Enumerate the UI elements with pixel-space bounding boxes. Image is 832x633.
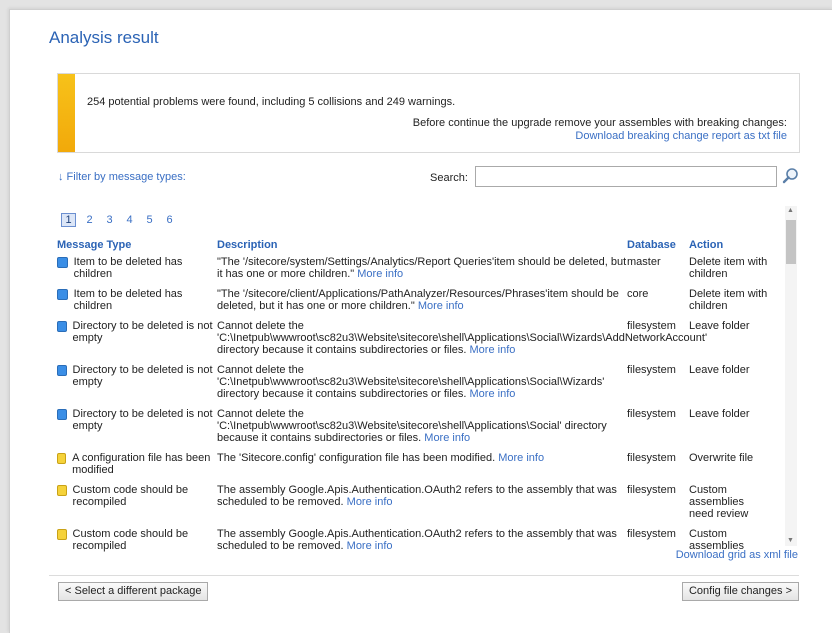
analysis-notice: 254 potential problems were found, inclu…	[57, 73, 800, 153]
description-text: Cannot delete the 'C:\Inetpub\wwwroot\sc…	[217, 408, 607, 444]
filter-by-message-types-link[interactable]: ↓ Filter by message types:	[58, 171, 186, 183]
grid-header-row: Message Type Description Database Action	[57, 237, 769, 254]
scroll-up-arrow-icon[interactable]: ▲	[787, 207, 794, 214]
info-square-icon	[57, 365, 67, 376]
more-info-link[interactable]: More info	[470, 388, 516, 400]
action-cell: Custom assemblies need review	[689, 484, 749, 520]
more-info-link[interactable]: More info	[424, 432, 470, 444]
results-grid: Message Type Description Database Action…	[57, 237, 769, 558]
more-info-link[interactable]: More info	[347, 496, 393, 508]
scroll-thumb[interactable]	[786, 220, 796, 264]
scroll-down-arrow-icon[interactable]: ▼	[787, 537, 794, 544]
table-row[interactable]: Directory to be deleted is not empty Cann…	[57, 362, 769, 406]
column-header-action[interactable]: Action	[689, 237, 769, 254]
table-row[interactable]: Item to be deleted has children "The '/si…	[57, 254, 769, 286]
database-cell: core	[627, 288, 649, 300]
advice-text: Before continue the upgrade remove your …	[412, 117, 787, 129]
page-link-2[interactable]: 2	[85, 214, 94, 226]
message-type-cell: Item to be deleted has children	[57, 286, 217, 318]
description-cell: The assembly Google.Apis.Authentication.…	[217, 526, 627, 558]
download-txt-link[interactable]: Download breaking change report as txt f…	[575, 130, 787, 142]
description-cell: The 'Sitecore.config' configuration file…	[217, 450, 627, 482]
table-row[interactable]: Custom code should be recompiled The asse…	[57, 526, 769, 558]
message-type-text: Custom code should be recompiled	[72, 484, 189, 508]
message-type-text: Directory to be deleted is not empty	[72, 364, 213, 388]
message-type-text: Item to be deleted has children	[73, 288, 183, 312]
message-type-cell: A configuration file has been modified	[57, 450, 217, 482]
database-cell: filesystem	[627, 408, 676, 420]
more-info-link[interactable]: More info	[498, 452, 544, 464]
description-cell: Cannot delete the 'C:\Inetpub\wwwroot\sc…	[217, 362, 627, 406]
description-text: The assembly Google.Apis.Authentication.…	[217, 484, 617, 508]
action-cell: Delete item with children	[689, 288, 768, 312]
page-link-6[interactable]: 6	[165, 214, 174, 226]
description-cell: The assembly Google.Apis.Authentication.…	[217, 482, 627, 526]
database-cell: filesystem	[627, 452, 676, 464]
info-square-icon	[57, 409, 67, 420]
database-cell: master	[627, 256, 661, 268]
page-link-4[interactable]: 4	[125, 214, 134, 226]
magnifier-icon[interactable]	[782, 167, 800, 185]
select-different-package-button[interactable]: < Select a different package	[58, 582, 209, 601]
message-type-cell: Directory to be deleted is not empty	[57, 362, 217, 406]
action-cell: Leave folder	[689, 364, 750, 376]
warning-square-icon	[57, 529, 67, 540]
warning-square-icon	[57, 485, 67, 496]
download-xml-link[interactable]: Download grid as xml file	[676, 549, 798, 561]
pager: 123456	[61, 213, 185, 227]
message-type-text: Item to be deleted has children	[73, 256, 183, 280]
action-cell: Delete item with children	[689, 256, 768, 280]
message-type-cell: Directory to be deleted is not empty	[57, 406, 217, 450]
description-cell: Cannot delete the 'C:\Inetpub\wwwroot\sc…	[217, 406, 627, 450]
message-type-cell: Custom code should be recompiled	[57, 482, 217, 526]
table-row[interactable]: Directory to be deleted is not empty Cann…	[57, 318, 769, 362]
table-row[interactable]: A configuration file has been modified Th…	[57, 450, 769, 482]
config-file-changes-button[interactable]: Config file changes >	[681, 582, 799, 601]
description-text: Cannot delete the 'C:\Inetpub\wwwroot\sc…	[217, 364, 605, 400]
info-square-icon	[57, 321, 67, 332]
description-text: The assembly Google.Apis.Authentication.…	[217, 528, 617, 552]
action-cell: Overwrite file	[689, 452, 754, 464]
message-type-text: Custom code should be recompiled	[72, 528, 189, 552]
warning-accent-bar	[58, 74, 75, 152]
page-title: Analysis result	[49, 28, 159, 47]
database-cell: filesystem	[627, 364, 676, 376]
more-info-link[interactable]: More info	[418, 300, 464, 312]
description-text: "The '/sitecore/system/Settings/Analytic…	[217, 256, 627, 280]
info-square-icon	[57, 289, 68, 300]
description-cell: Cannot delete the 'C:\Inetpub\wwwroot\sc…	[217, 318, 707, 362]
message-type-cell: Item to be deleted has children	[57, 254, 217, 286]
warning-square-icon	[57, 453, 67, 464]
table-row[interactable]: Custom code should be recompiled The asse…	[57, 482, 769, 526]
page-link-5[interactable]: 5	[145, 214, 154, 226]
more-info-link[interactable]: More info	[357, 268, 403, 280]
message-type-text: Directory to be deleted is not empty	[72, 408, 213, 432]
message-type-cell: Custom code should be recompiled	[57, 526, 217, 558]
description-text: The 'Sitecore.config' configuration file…	[217, 452, 496, 464]
message-type-cell: Directory to be deleted is not empty	[57, 318, 217, 362]
info-square-icon	[57, 257, 68, 268]
more-info-link[interactable]: More info	[470, 344, 516, 356]
search-label: Search:	[430, 172, 468, 184]
description-cell: "The '/sitecore/system/Settings/Analytic…	[217, 254, 627, 286]
grid-scrollbar[interactable]: ▲ ▼	[785, 206, 797, 546]
database-cell: filesystem	[627, 484, 676, 496]
more-info-link[interactable]: More info	[347, 540, 393, 552]
action-cell: Leave folder	[689, 408, 750, 420]
description-cell: "The '/sitecore/client/Applications/Path…	[217, 286, 627, 318]
page-link-3[interactable]: 3	[105, 214, 114, 226]
footer-divider	[49, 575, 799, 576]
column-header-database[interactable]: Database	[627, 237, 689, 254]
table-row[interactable]: Directory to be deleted is not empty Cann…	[57, 406, 769, 450]
message-type-text: Directory to be deleted is not empty	[72, 320, 213, 344]
problem-summary: 254 potential problems were found, inclu…	[87, 96, 456, 108]
table-row[interactable]: Item to be deleted has children "The '/si…	[57, 286, 769, 318]
search-input[interactable]	[475, 166, 777, 187]
column-header-description[interactable]: Description	[217, 237, 627, 254]
page-link-1[interactable]: 1	[61, 213, 76, 227]
message-type-text: A configuration file has been modified	[72, 452, 211, 476]
advice-block: Before continue the upgrade remove your …	[413, 117, 787, 143]
column-header-message-type[interactable]: Message Type	[57, 237, 217, 254]
